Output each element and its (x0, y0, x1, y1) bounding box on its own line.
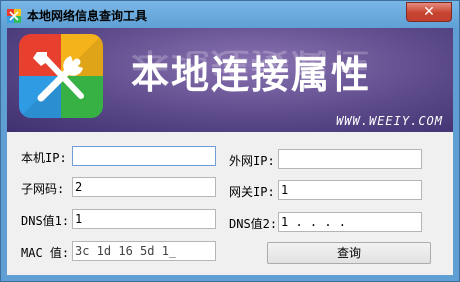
subnet-label: 子网码: (21, 182, 65, 196)
dns1-label: DNS值1: (21, 214, 70, 228)
dns2-field[interactable]: 1 . . . . (278, 212, 422, 232)
query-button[interactable]: 查询 (267, 242, 431, 264)
window-title: 本地网络信息查询工具 (27, 9, 148, 23)
gateway-label: 网关IP: (229, 185, 275, 199)
dns2-label: DNS值2: (229, 217, 278, 231)
subnet-field[interactable]: 2 (72, 177, 216, 197)
local-ip-field[interactable] (72, 146, 216, 166)
close-icon: ✕ (423, 4, 435, 20)
public-ip-label: 外网IP: (229, 154, 275, 168)
public-ip-field[interactable] (278, 149, 422, 169)
info-panel: 本机IP: 外网IP: 子网码: 2 网关IP: 1 DNS值1: 1 DNS值… (7, 132, 453, 275)
header-banner: 本地连接属性 本地连接属性 WWW.WEEIY.COM (7, 28, 453, 132)
local-ip-label: 本机IP: (21, 151, 67, 165)
title-bar[interactable]: 本地网络信息查询工具 ✕ (1, 1, 459, 28)
tools-icon (19, 34, 103, 118)
banner-title-reflection: 本地连接属性 (131, 46, 372, 78)
app-window: 本地网络信息查询工具 ✕ 本地连接属性 本地连接属性 WWW.WEEIY.COM… (0, 0, 460, 282)
mac-field[interactable]: 3c 1d 16 5d 1_ (72, 241, 216, 261)
gateway-field[interactable]: 1 (278, 180, 422, 200)
mac-label: MAC 值: (21, 246, 70, 260)
banner-url: WWW.WEEIY.COM (336, 114, 443, 128)
dns1-field[interactable]: 1 (72, 209, 216, 229)
close-button[interactable]: ✕ (406, 2, 452, 22)
app-icon (7, 8, 21, 23)
